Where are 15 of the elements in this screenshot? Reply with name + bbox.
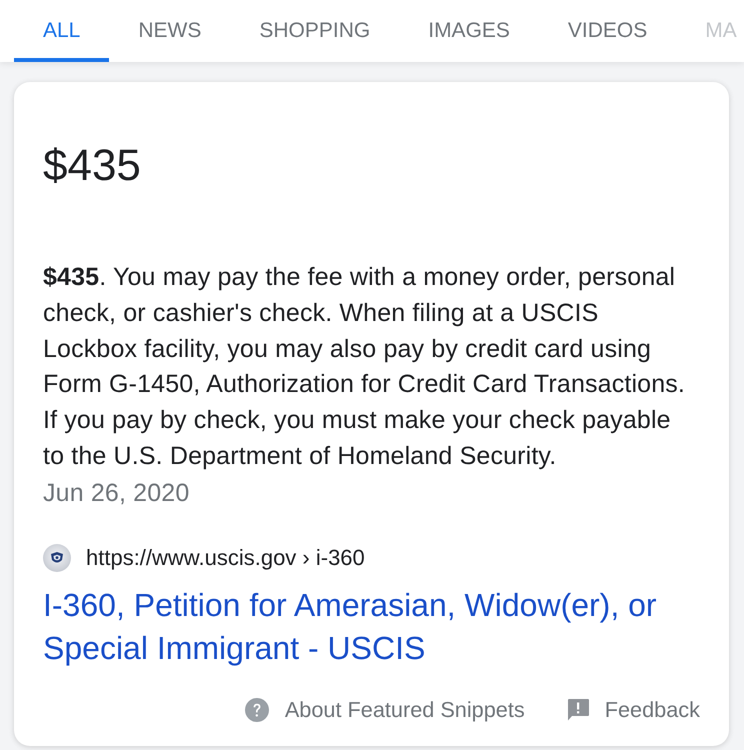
shield-icon [43, 544, 71, 572]
snippet-date: Jun 26, 2020 [43, 478, 190, 509]
snippet-text: $435. You may pay the fee with a money order, personal check, or cashier's check. When filing at a USCIS Lockbox facility, you may also pay by credit card using Form G-1450, Authorization for Credit Card Transactions. If you pay by check, you must make your check payable to the U.S. Department of Homeland Security. [43, 262, 686, 472]
feedback-icon [566, 698, 589, 721]
help-icon [244, 698, 269, 722]
result-title-link[interactable]: I-360, Petition for Amerasian, Widow(er), or Special Immigrant - USCIS [43, 584, 700, 670]
tab[interactable]: NEWS [109, 0, 230, 62]
source-url[interactable]: https://www.uscis.gov › i-360 [86, 544, 365, 571]
about-snippets-link[interactable]: About Featured Snippets [244, 696, 525, 723]
tab[interactable]: ALL [14, 0, 110, 62]
feedback-link[interactable]: Feedback [566, 696, 700, 723]
answer-heading: $435 [43, 140, 142, 192]
tab[interactable]: SHOPPING [230, 0, 400, 62]
tab[interactable]: VIDEOS [538, 0, 676, 62]
tab[interactable]: IMAGES [399, 0, 539, 62]
